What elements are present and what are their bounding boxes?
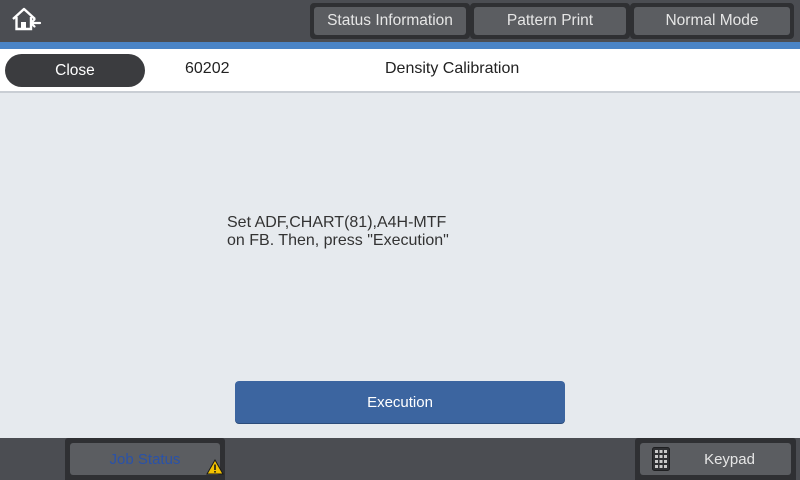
normal-mode-button[interactable]: Normal Mode [630,3,794,39]
warning-icon [206,458,224,479]
job-status-button[interactable]: Job Status [65,438,225,480]
keypad-icon [652,447,670,475]
main-panel: Set ADF,CHART(81),A4H-MTF on FB. Then, p… [0,93,800,438]
execution-button[interactable]: Execution [235,381,565,423]
page-title: Density Calibration [385,60,520,77]
normal-mode-label: Normal Mode [634,7,790,35]
header-bar: Close 60202 Density Calibration [0,49,800,93]
status-information-button[interactable]: Status Information [310,3,470,39]
instruction-message: Set ADF,CHART(81),A4H-MTF on FB. Then, p… [227,214,449,250]
pattern-print-label: Pattern Print [474,7,626,35]
status-information-label: Status Information [314,7,466,35]
home-back-icon [10,6,42,37]
pattern-print-button[interactable]: Pattern Print [470,3,630,39]
keypad-label: Keypad [704,450,755,468]
top-toolbar: Status Information Pattern Print Normal … [0,0,800,42]
accent-divider [0,42,800,49]
instruction-line-1: Set ADF,CHART(81),A4H-MTF [227,214,447,231]
keypad-button[interactable]: Keypad [635,438,796,480]
bottom-toolbar: Job Status Keypad [0,438,800,480]
home-button[interactable] [6,4,46,38]
adjustment-code: 60202 [185,60,230,77]
job-status-label: Job Status [109,450,181,468]
close-button[interactable]: Close [5,54,145,87]
instruction-line-2: on FB. Then, press "Execution" [227,232,449,249]
